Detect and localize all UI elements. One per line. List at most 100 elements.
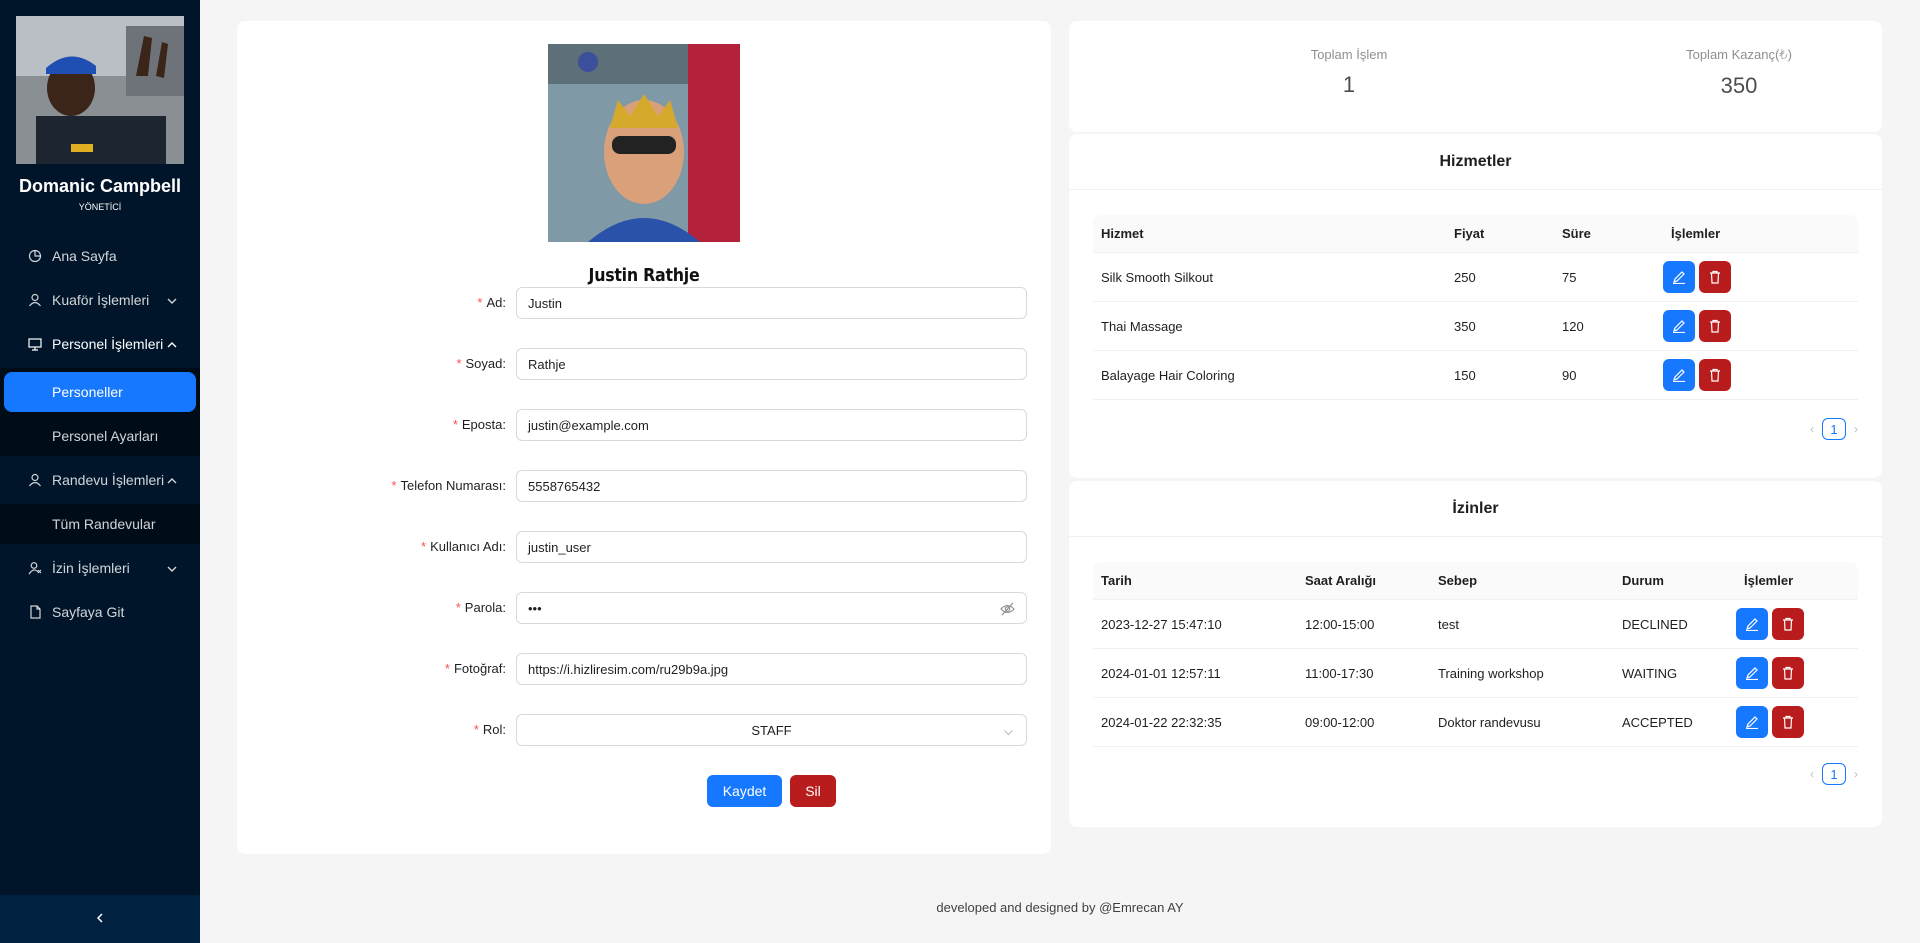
email-field[interactable]: justin@example.com — [516, 409, 1027, 441]
form-row-first-name: * Ad: Justin — [237, 287, 1051, 319]
delete-button[interactable] — [1772, 657, 1804, 689]
services-title: Hizmetler — [1069, 134, 1882, 190]
edit-icon — [1746, 618, 1758, 631]
leave-time-range: 09:00-12:00 — [1305, 714, 1375, 730]
phone-label: * Telefon Numarası: — [391, 478, 506, 493]
sidebar: Domanic Campbell YÖNETİCİ Ana Sayfa Kuaf… — [0, 0, 200, 943]
menu-item-hairdresser[interactable]: Kuaför İşlemleri — [0, 280, 200, 320]
user-name: Domanic Campbell — [18, 176, 182, 196]
service-name: Thai Massage — [1101, 318, 1183, 334]
staff-name: Justin Rathje — [588, 265, 700, 286]
leaves-card: İzinler Tarih Saat Aralığı Sebep Durum İ… — [1069, 481, 1882, 827]
chevron-down-icon — [166, 562, 178, 574]
edit-icon — [1673, 320, 1685, 333]
next-page-icon[interactable]: › — [1854, 767, 1858, 781]
menu-item-staff[interactable]: Personel İşlemleri — [0, 324, 200, 364]
delete-icon — [1783, 666, 1793, 680]
footer: developed and designed by @Emrecan AY — [200, 900, 1920, 915]
leaves-table: Tarih Saat Aralığı Sebep Durum İşlemler … — [1093, 562, 1858, 747]
submenu-item-staff-list[interactable]: Personeller — [4, 372, 196, 412]
delete-button[interactable] — [1772, 706, 1804, 738]
eye-invisible-icon[interactable] — [1000, 602, 1015, 616]
page-number[interactable]: 1 — [1822, 763, 1846, 785]
column-header: Durum — [1622, 573, 1664, 588]
service-price: 250 — [1454, 269, 1476, 285]
menu-item-home[interactable]: Ana Sayfa — [0, 236, 200, 276]
service-price: 150 — [1454, 367, 1476, 383]
service-name: Silk Smooth Silkout — [1101, 269, 1213, 285]
leave-date: 2023-12-27 15:47:10 — [1101, 616, 1222, 632]
leave-status: WAITING — [1622, 665, 1678, 681]
stats-card: Toplam İşlem 1 Toplam Kazanç(₺) 350 — [1069, 21, 1882, 132]
menu-item-leave[interactable]: İzin İşlemleri — [0, 548, 200, 588]
desktop-icon — [28, 337, 42, 351]
phone-field[interactable]: 5558765432 — [516, 470, 1027, 502]
photo-url-field[interactable]: https://i.hizliresim.com/ru29b9a.jpg — [516, 653, 1027, 685]
leave-reason: test — [1438, 616, 1459, 632]
menu-item-label: Kuaför İşlemleri — [52, 292, 150, 308]
last-name-field[interactable]: Rathje — [516, 348, 1027, 380]
edit-button[interactable] — [1736, 706, 1768, 738]
stat-value: 350 — [1720, 73, 1758, 98]
row-actions — [1663, 302, 1735, 350]
form-row-email: * Eposta: justin@example.com — [237, 409, 1051, 441]
submenu-item-all-appointments[interactable]: Tüm Randevular — [0, 504, 200, 544]
delete-button[interactable] — [1699, 359, 1731, 391]
service-duration: 75 — [1562, 269, 1577, 285]
photo-label: * Fotoğraf: — [444, 661, 506, 676]
role-label: * Rol: — [473, 722, 506, 737]
edit-button[interactable] — [1736, 657, 1768, 689]
menu-item-label: Ana Sayfa — [52, 248, 117, 264]
table-row: Thai Massage 350 120 — [1093, 302, 1858, 351]
edit-button[interactable] — [1663, 359, 1695, 391]
row-actions — [1736, 698, 1808, 746]
column-header: Fiyat — [1454, 226, 1485, 241]
staff-form-card: Justin Rathje * Ad: Justin * Soyad: Rathje… — [237, 21, 1051, 854]
menu-item-goto-page[interactable]: Sayfaya Git — [0, 592, 200, 632]
delete-button[interactable] — [1772, 608, 1804, 640]
user-switch-icon — [28, 561, 42, 575]
user-avatar — [16, 16, 184, 164]
leave-date: 2024-01-22 22:32:35 — [1101, 714, 1222, 730]
delete-button[interactable] — [1699, 310, 1731, 342]
edit-button[interactable] — [1736, 608, 1768, 640]
edit-button[interactable] — [1663, 310, 1695, 342]
leave-status: DECLINED — [1622, 616, 1688, 632]
stat-total-earnings: Toplam Kazanç(₺) 350 — [1589, 47, 1889, 99]
leave-time-range: 11:00-17:30 — [1305, 665, 1374, 681]
next-page-icon[interactable]: › — [1854, 422, 1858, 436]
table-row: 2024-01-22 22:32:35 09:00-12:00 Doktor r… — [1093, 698, 1858, 747]
form-row-phone: * Telefon Numarası: 5558765432 — [237, 470, 1051, 502]
delete-icon — [1710, 270, 1720, 284]
save-button[interactable]: Kaydet — [707, 775, 782, 807]
submenu-item-staff-settings[interactable]: Personel Ayarları — [0, 416, 200, 456]
table-header-row: Tarih Saat Aralığı Sebep Durum İşlemler — [1093, 562, 1858, 600]
pie-chart-icon — [28, 249, 42, 263]
stat-value: 1 — [1342, 72, 1356, 97]
services-card: Hizmetler Hizmet Fiyat Süre İşlemler Sil… — [1069, 134, 1882, 478]
menu-item-appointments[interactable]: Randevu İşlemleri — [0, 460, 200, 500]
password-field[interactable]: ••• — [516, 592, 1027, 624]
table-row: Balayage Hair Coloring 150 90 — [1093, 351, 1858, 400]
table-row: 2024-01-01 12:57:11 11:00-17:30 Training… — [1093, 649, 1858, 698]
column-header: Tarih — [1101, 573, 1132, 588]
sidebar-collapse-button[interactable] — [0, 895, 200, 943]
edit-button[interactable] — [1663, 261, 1695, 293]
prev-page-icon[interactable]: ‹ — [1810, 422, 1814, 436]
sidebar-menu: Ana Sayfa Kuaför İşlemleri Personel İşle… — [0, 236, 200, 636]
delete-icon — [1710, 368, 1720, 382]
delete-button[interactable] — [1699, 261, 1731, 293]
username-field[interactable]: justin_user — [516, 531, 1027, 563]
page-number[interactable]: 1 — [1822, 418, 1846, 440]
staff-submenu: Personeller Personel Ayarları — [0, 368, 200, 456]
prev-page-icon[interactable]: ‹ — [1810, 767, 1814, 781]
delete-icon — [1783, 715, 1793, 729]
chevron-up-icon — [166, 338, 178, 350]
first-name-field[interactable]: Justin — [516, 287, 1027, 319]
stat-title: Toplam Kazanç(₺) — [1686, 47, 1792, 62]
role-select[interactable]: STAFF — [516, 714, 1027, 746]
column-header: İşlemler — [1671, 226, 1721, 241]
delete-button[interactable]: Sil — [790, 775, 836, 807]
chevron-down-icon — [166, 294, 178, 306]
leaves-pagination: ‹ 1 › — [1810, 763, 1858, 785]
